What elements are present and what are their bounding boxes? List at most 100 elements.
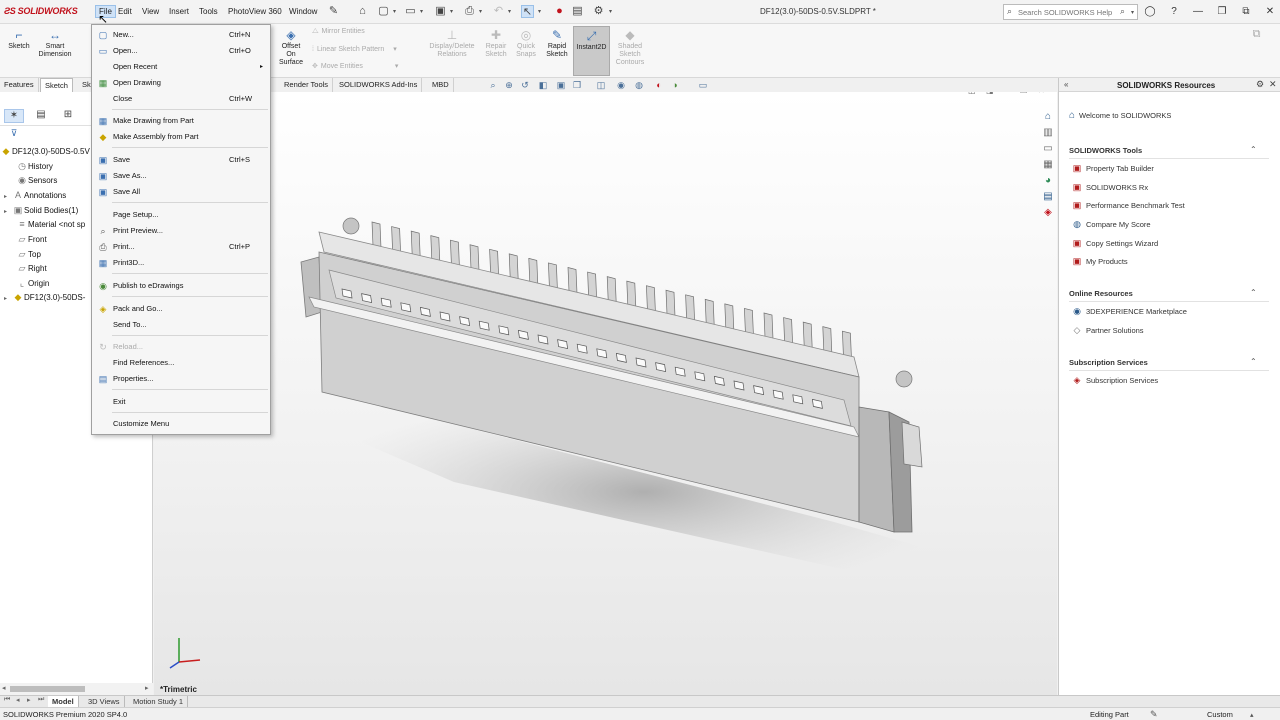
options-gear-icon[interactable]: ⚙ [592, 5, 605, 18]
units-dropdown-icon[interactable]: ▴ [1250, 711, 1254, 719]
menu-item-save-as[interactable]: ▣ Save As... [92, 168, 270, 184]
menu-item-publish-edrawings[interactable]: ◉ Publish to eDrawings [92, 278, 270, 294]
tab-sketch[interactable]: Sketch [40, 78, 73, 92]
pin-icon[interactable]: ✎ [327, 5, 340, 18]
solidworks-logo[interactable]: ƧS SOLIDWORKS [4, 6, 78, 16]
link-property-tab-builder[interactable]: ▣ Property Tab Builder [1071, 163, 1154, 174]
task-pane-close-icon[interactable]: ✕ [1269, 79, 1277, 90]
appearances-tab-icon[interactable]: ◕ [1041, 174, 1055, 188]
rebuild-status-icon[interactable]: ✎ [1150, 709, 1158, 720]
tab-render-tools[interactable]: Render Tools [280, 78, 334, 92]
minimize-icon[interactable]: — [1190, 4, 1206, 20]
tree-item-sensors[interactable]: ◉ Sensors [8, 174, 57, 187]
tab-prev-icon[interactable]: ◂ [16, 696, 20, 704]
help-icon[interactable]: ? [1166, 4, 1182, 20]
tree-item-annotations[interactable]: ▸ A Annotations [4, 189, 66, 202]
dynamic-annotation-icon[interactable]: ▣ [555, 80, 567, 90]
restore-down-icon[interactable]: ⧉ [1238, 4, 1254, 20]
menu-window[interactable]: Window [289, 7, 317, 16]
move-entities-button[interactable]: ✥ Move Entities ▾ [312, 62, 398, 70]
file-explorer-tab-icon[interactable]: ▭ [1041, 142, 1055, 156]
close-window-icon[interactable]: ✕ [1262, 4, 1278, 20]
expand-icon[interactable]: ▸ [4, 191, 12, 204]
viewport-minimize-icon[interactable]: — [1004, 92, 1012, 95]
zoom-to-fit-icon[interactable]: ⌕ [487, 80, 499, 90]
feature-manager-tab-icon[interactable]: ✶ [4, 109, 24, 123]
design-library-tab-icon[interactable]: ▥ [1041, 126, 1055, 140]
tree-item-right-plane[interactable]: ▱ Right [8, 262, 47, 275]
menu-item-make-assembly[interactable]: ◆ Make Assembly from Part [92, 129, 270, 145]
display-style-icon[interactable]: ◫ [595, 80, 607, 90]
undo-dropdown-icon[interactable]: ▾ [508, 8, 511, 15]
offset-on-surface-button[interactable]: ◈ Offset On Surface [276, 28, 306, 67]
tree-item-solid-bodies[interactable]: ▸ ▣ Solid Bodies(1) [4, 204, 78, 217]
viewport-split-icon[interactable]: ◨ [986, 92, 994, 95]
tree-item-history[interactable]: ◷ History [8, 160, 53, 173]
collapse-task-pane-icon[interactable]: « [1064, 80, 1068, 89]
monitor-icon[interactable]: ▭ [697, 80, 709, 90]
hide-show-items-icon[interactable]: ◉ [615, 80, 627, 90]
tree-item-material[interactable]: ≡ Material <not sp [8, 218, 85, 231]
subscription-services-header[interactable]: Subscription Services [1069, 358, 1148, 367]
menu-item-send-to[interactable]: Send To... [92, 317, 270, 333]
filter-icon[interactable]: ⊽ [4, 128, 24, 140]
apply-scene-icon[interactable]: ◐ [653, 80, 665, 90]
save-icon[interactable]: ▣ [434, 5, 447, 18]
zoom-to-area-icon[interactable]: ⊕ [503, 80, 515, 90]
link-performance-benchmark[interactable]: ▣ Performance Benchmark Test [1071, 200, 1185, 211]
menu-item-find-references[interactable]: Find References... [92, 355, 270, 371]
link-partner-solutions[interactable]: ◇ Partner Solutions [1071, 325, 1144, 336]
menu-item-pack-and-go[interactable]: ◈ Pack and Go... [92, 301, 270, 317]
quick-snaps-button[interactable]: ◎ Quick Snaps [513, 28, 539, 59]
tree-root[interactable]: ◆ DF12(3.0)-50DS-0.5V [0, 145, 90, 158]
file-properties-icon[interactable]: ▤ [571, 5, 584, 18]
repair-sketch-button[interactable]: ✚ Repair Sketch [482, 28, 510, 59]
menu-item-customize-menu[interactable]: Customize Menu [92, 416, 270, 432]
rapid-sketch-button[interactable]: ✎ Rapid Sketch [542, 28, 572, 59]
search-dropdown-icon[interactable]: ▾ [1131, 9, 1134, 16]
display-delete-relations-button[interactable]: ⊥ Display/Delete Relations [424, 28, 480, 59]
tab-addins[interactable]: SOLIDWORKS Add-Ins [335, 78, 423, 92]
menu-item-exit[interactable]: Exit [92, 394, 270, 410]
scroll-right-icon[interactable]: ▸ [145, 684, 149, 692]
undo-icon[interactable]: ↶ [492, 5, 505, 18]
tree-item-top-plane[interactable]: ▱ Top [8, 248, 41, 261]
menu-item-save[interactable]: ▣ Save Ctrl+S [92, 152, 270, 168]
print-icon[interactable]: ⎙ [463, 5, 476, 18]
link-compare-my-score[interactable]: ◍ Compare My Score [1071, 219, 1151, 230]
collapse-subscription-icon[interactable]: ⌃ [1250, 357, 1257, 366]
menu-item-save-all[interactable]: ▣ Save All [92, 184, 270, 200]
link-my-products[interactable]: ▣ My Products [1071, 256, 1128, 267]
search-go-icon[interactable]: ⌕ [1120, 6, 1125, 17]
new-dropdown-icon[interactable]: ▾ [393, 8, 396, 15]
tab-first-icon[interactable]: ⏮ [4, 696, 10, 704]
view-settings-icon[interactable]: ◑ [669, 80, 681, 90]
viewport-tile-icon[interactable]: ◫ [968, 92, 976, 95]
scroll-left-icon[interactable]: ◂ [2, 684, 6, 692]
menu-photoview360[interactable]: PhotoView 360 [228, 7, 282, 16]
menu-item-new[interactable]: ▢ New... Ctrl+N [92, 27, 270, 43]
configuration-manager-tab-icon[interactable]: ⊞ [58, 109, 78, 123]
previous-view-icon[interactable]: ↺ [519, 80, 531, 90]
sketch-button[interactable]: ⌐ Sketch [4, 28, 34, 51]
tools-section-header[interactable]: SOLIDWORKS Tools [1069, 146, 1142, 155]
tree-item-front-plane[interactable]: ▱ Front [8, 233, 47, 246]
home-icon[interactable]: ⌂ [356, 5, 369, 18]
tree-item-body-feature[interactable]: ▸ ◆ DF12(3.0)-50DS- [4, 291, 85, 304]
scrollbar-thumb[interactable] [10, 686, 85, 692]
tab-model[interactable]: Model [48, 696, 79, 707]
collapse-commandmanager-icon[interactable]: ⧉ [1250, 28, 1263, 41]
tab-last-icon[interactable]: ⏭ [38, 696, 44, 704]
link-subscription-services[interactable]: ◈ Subscription Services [1071, 375, 1159, 386]
menu-item-properties[interactable]: ▤ Properties... [92, 371, 270, 387]
custom-properties-tab-icon[interactable]: ▤ [1041, 190, 1055, 204]
menu-item-print-preview[interactable]: ⌕ Print Preview... [92, 223, 270, 239]
collapse-online-icon[interactable]: ⌃ [1250, 288, 1257, 297]
solidworks-forum-tab-icon[interactable]: ◈ [1041, 206, 1055, 220]
select-dropdown-icon[interactable]: ▾ [538, 8, 541, 15]
instant2d-button[interactable]: ⤢ Instant2D [573, 26, 610, 76]
tab-features[interactable]: Features [0, 78, 39, 92]
save-dropdown-icon[interactable]: ▾ [450, 8, 453, 15]
menu-edit[interactable]: Edit [118, 7, 132, 16]
link-solidworks-rx[interactable]: ▣ SOLIDWORKS Rx [1071, 182, 1148, 193]
